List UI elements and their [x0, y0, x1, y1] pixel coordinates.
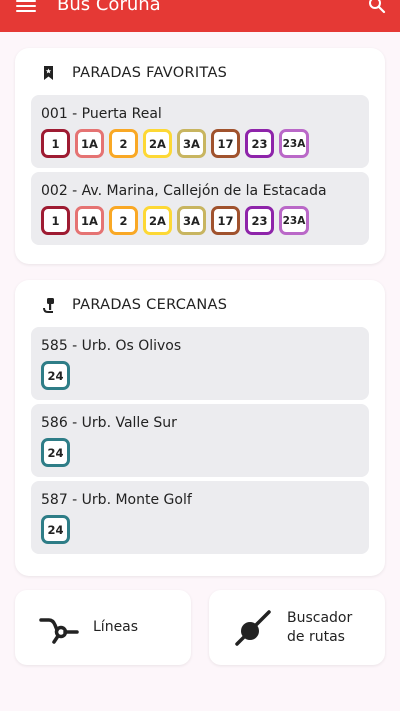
stop-lines: 24	[41, 515, 359, 544]
line-badge-3a[interactable]: 3A	[177, 129, 206, 158]
line-badge-23a[interactable]: 23A	[279, 206, 309, 235]
line-badge-17[interactable]: 17	[211, 129, 240, 158]
favorites-list: 001 - Puerta Real 1 1A 2 2A 3A 17 23 23A 002 - Av…	[31, 95, 369, 245]
nearby-header: PARADAS CERCANAS	[41, 297, 369, 313]
line-badge-23[interactable]: 23	[245, 129, 274, 158]
bus-stop-icon	[43, 298, 54, 313]
app-title: Bus Coruña	[57, 0, 161, 15]
favorites-title: PARADAS FAVORITAS	[72, 65, 228, 81]
route-finder-label: Buscador de rutas	[287, 609, 352, 647]
line-badge-1a[interactable]: 1A	[75, 206, 104, 235]
menu-button[interactable]	[16, 0, 36, 14]
stop-lines: 1 1A 2 2A 3A 17 23 23A	[41, 129, 359, 158]
menu-icon-line	[16, 10, 36, 12]
stop-name: 002 - Av. Marina, Callejón de la Estacad…	[41, 183, 327, 199]
app-bar: Bus Coruña	[0, 0, 400, 32]
nearby-card: PARADAS CERCANAS 585 - Urb. Os Olivos 24 5…	[15, 280, 385, 576]
line-badge-24[interactable]: 24	[41, 438, 70, 467]
nearby-list: 585 - Urb. Os Olivos 24 586 - Urb. Valle S…	[31, 327, 369, 554]
bookmark-icon	[44, 66, 53, 80]
line-badge-23[interactable]: 23	[245, 206, 274, 235]
stop-lines: 24	[41, 438, 359, 467]
nearby-stop-2[interactable]: 586 - Urb. Valle Sur 24	[31, 404, 369, 477]
line-badge-2a[interactable]: 2A	[143, 206, 172, 235]
line-badge-3a[interactable]: 3A	[177, 206, 206, 235]
line-badge-2[interactable]: 2	[109, 129, 138, 158]
favorites-card: PARADAS FAVORITAS 001 - Puerta Real 1 1A 2 2…	[15, 48, 385, 264]
menu-icon	[16, 0, 36, 2]
line-badge-1a[interactable]: 1A	[75, 129, 104, 158]
route-finder-label-line1: Buscador	[287, 609, 353, 626]
search-icon	[369, 0, 386, 14]
favorite-stop-1[interactable]: 001 - Puerta Real 1 1A 2 2A 3A 17 23 23A	[31, 95, 369, 168]
route-finder-label-line2: de rutas	[287, 628, 345, 645]
lines-button[interactable]: Líneas	[15, 590, 191, 665]
route-finder-icon	[235, 609, 271, 646]
route-finder-button[interactable]: Buscador de rutas	[209, 590, 385, 665]
line-badge-24[interactable]: 24	[41, 515, 70, 544]
line-badge-1[interactable]: 1	[41, 206, 70, 235]
stop-lines: 1 1A 2 2A 3A 17 23 23A	[41, 206, 359, 235]
line-badge-23a[interactable]: 23A	[279, 129, 309, 158]
stop-lines: 24	[41, 361, 359, 390]
menu-icon-line	[16, 5, 36, 7]
lines-label: Líneas	[93, 619, 139, 635]
nearby-title: PARADAS CERCANAS	[72, 297, 228, 313]
stop-name: 587 - Urb. Monte Golf	[41, 492, 192, 508]
search-button[interactable]	[368, 0, 386, 14]
route-lines-icon	[39, 617, 79, 644]
nearby-stop-3[interactable]: 587 - Urb. Monte Golf 24	[31, 481, 369, 554]
favorites-header: PARADAS FAVORITAS	[41, 65, 369, 81]
stop-name: 001 - Puerta Real	[41, 106, 162, 122]
stop-name: 585 - Urb. Os Olivos	[41, 338, 182, 354]
line-badge-17[interactable]: 17	[211, 206, 240, 235]
favorite-stop-2[interactable]: 002 - Av. Marina, Callejón de la Estacad…	[31, 172, 369, 245]
line-badge-1[interactable]: 1	[41, 129, 70, 158]
line-badge-24[interactable]: 24	[41, 361, 70, 390]
line-badge-2a[interactable]: 2A	[143, 129, 172, 158]
line-badge-2[interactable]: 2	[109, 206, 138, 235]
nearby-stop-1[interactable]: 585 - Urb. Os Olivos 24	[31, 327, 369, 400]
stop-name: 586 - Urb. Valle Sur	[41, 415, 177, 431]
